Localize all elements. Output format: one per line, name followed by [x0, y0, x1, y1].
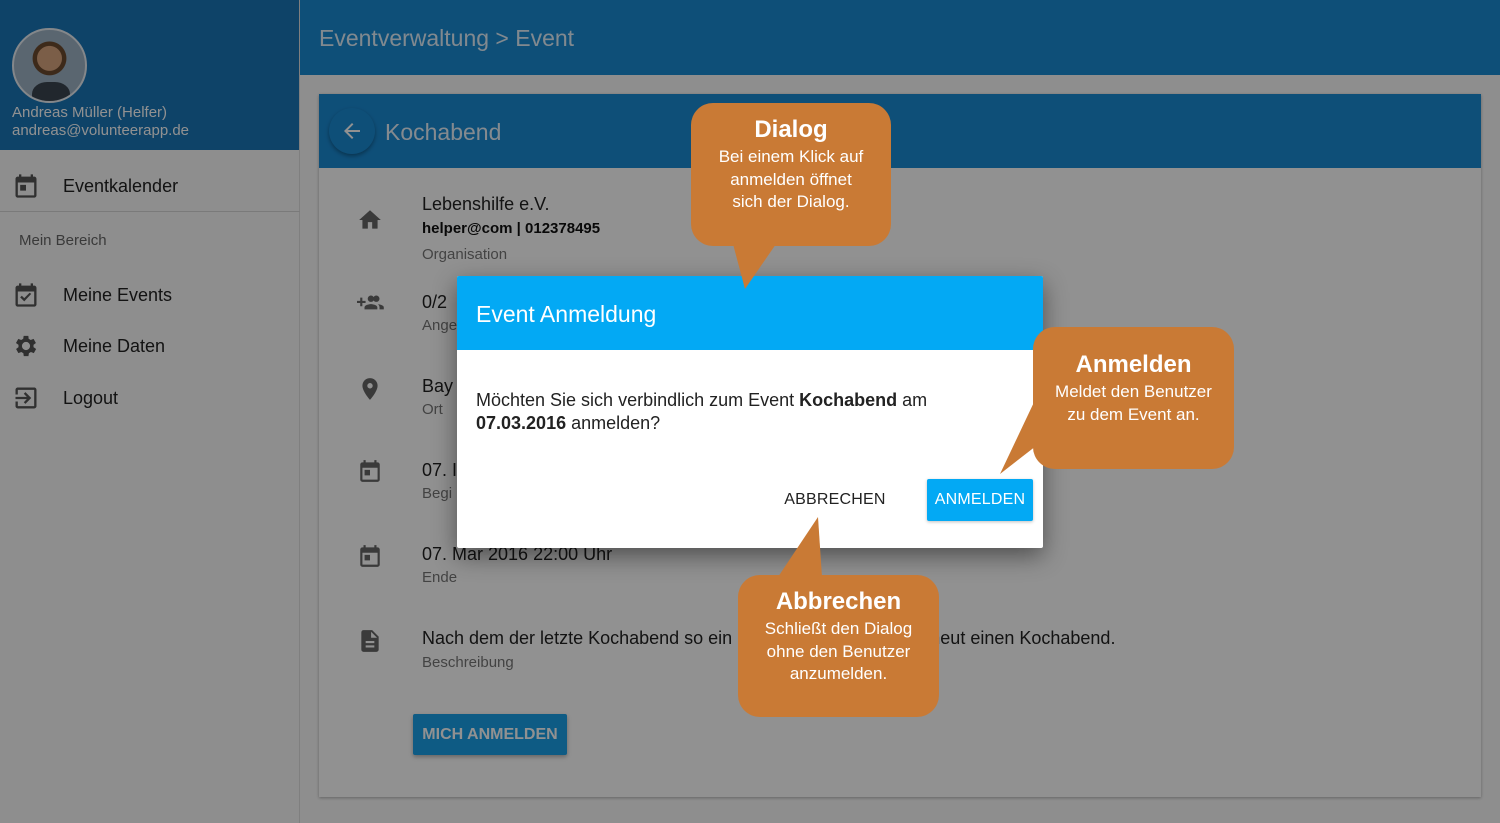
cancel-button[interactable]: ABBRECHEN [777, 478, 893, 522]
dialog-header: Event Anmeldung [457, 276, 1043, 350]
dialog-message: Möchten Sie sich verbindlich zum Event K… [476, 389, 1016, 435]
callout-dialog-text: Bei einem Klick auf anmelden öffnet sich… [718, 147, 864, 211]
dialog-event-date: 07.03.2016 [476, 413, 567, 433]
callout-dialog-title: Dialog [754, 116, 828, 143]
dialog-event-name: Kochabend [799, 390, 898, 410]
callout-anmelden: Anmelden Meldet den Benutzer zu dem Even… [1033, 327, 1234, 469]
dialog-text-3: anmelden? [566, 413, 661, 433]
callout-abbrechen-text: Schließt den Dialog ohne den Benutzer an… [764, 619, 913, 683]
dialog-title: Event Anmeldung [476, 301, 657, 327]
dialog-text-2: am [897, 390, 928, 410]
callout-anmelden-text: Meldet den Benutzer zu dem Event an. [1055, 382, 1212, 424]
confirm-register-button[interactable]: ANMELDEN [927, 479, 1033, 521]
callout-abbrechen-title: Abbrechen [775, 588, 902, 615]
callout-dialog: Dialog Bei einem Klick auf anmelden öffn… [691, 103, 891, 246]
dialog-text-1: Möchten Sie sich verbindlich zum Event [476, 390, 800, 410]
registration-dialog: Event Anmeldung Möchten Sie sich verbind… [457, 276, 1043, 548]
callout-abbrechen: Abbrechen Schließt den Dialog ohne den B… [738, 575, 939, 717]
callout-anmelden-title: Anmelden [1075, 351, 1192, 378]
